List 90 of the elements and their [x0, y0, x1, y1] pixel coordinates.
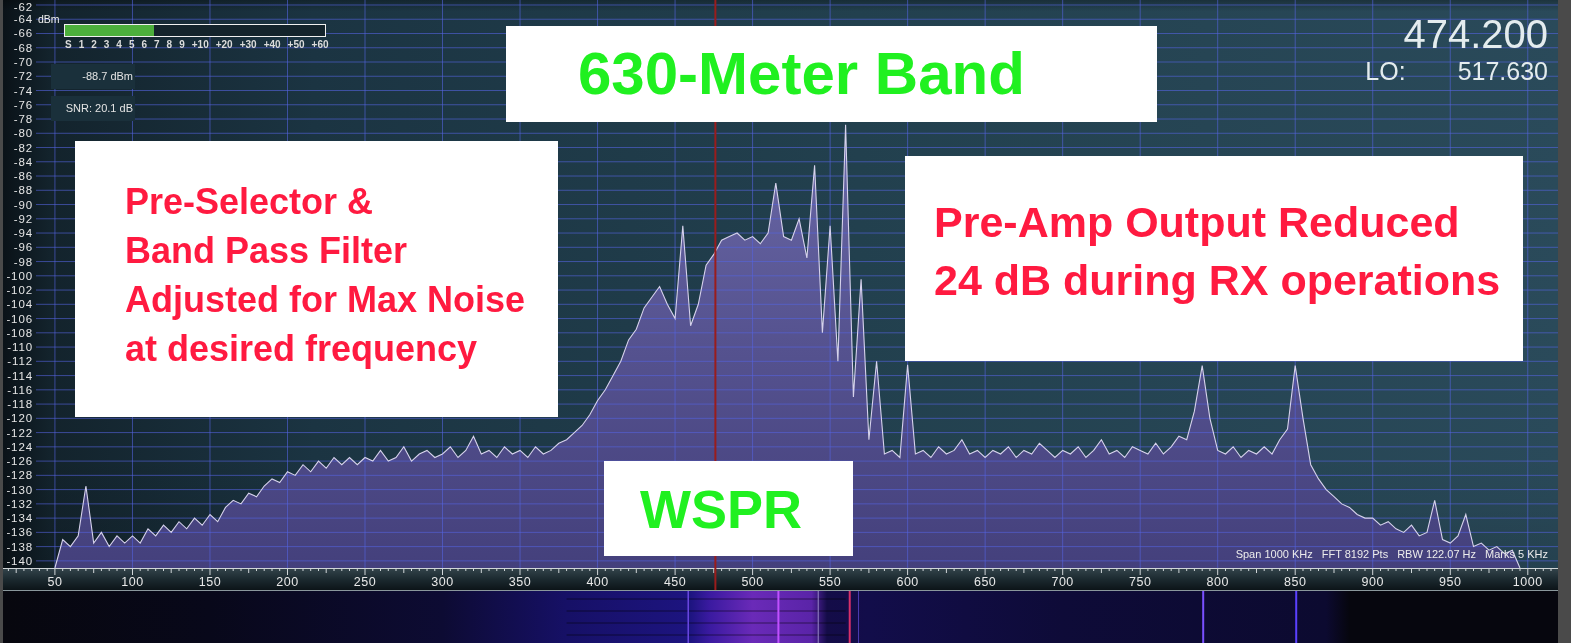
y-axis-label: -124: [6, 440, 33, 453]
s-meter-scale-label: +60: [311, 40, 329, 50]
y-axis-label: -116: [7, 383, 33, 396]
y-axis-label: -94: [13, 227, 33, 240]
s-meter-scale-label: 1: [78, 40, 85, 50]
y-axis-label: -88: [13, 184, 33, 197]
lo-frequency: 517.630: [1457, 59, 1548, 84]
x-axis-label: 950: [1439, 575, 1462, 589]
s-meter-scale-label: 8: [166, 40, 173, 50]
s-meter-scale-label: 7: [154, 40, 160, 50]
x-axis-label: 300: [431, 575, 454, 589]
fft-info-text: Marks 5 KHz: [1485, 549, 1548, 560]
x-axis-label: 350: [508, 575, 532, 589]
frequency-display: 474.200: [1403, 14, 1548, 54]
x-axis-label: 1000: [1512, 575, 1543, 589]
x-axis-label: 800: [1206, 575, 1229, 589]
x-axis-label: 600: [896, 575, 919, 589]
x-axis-label: 550: [818, 575, 842, 589]
y-axis-label: -96: [13, 241, 33, 254]
s-meter-scale-label: +30: [239, 40, 257, 50]
y-axis-label: -86: [13, 170, 33, 183]
y-axis-label: -110: [7, 341, 33, 354]
signal-level-readout: -88.7 dBm: [51, 64, 135, 89]
s-meter-scale-label: 4: [116, 40, 122, 50]
s-meter-scale-label: +50: [287, 40, 305, 50]
y-axis-label: -140: [6, 554, 33, 567]
x-axis-label: 850: [1284, 575, 1307, 589]
y-axis-label: -90: [13, 198, 33, 211]
y-axis-label: -128: [6, 469, 33, 482]
s-meter-scale-label: +40: [263, 40, 281, 50]
x-axis-label: 750: [1129, 575, 1152, 589]
x-axis-label: 700: [1051, 575, 1074, 589]
s-meter-scale-label: S: [65, 40, 72, 50]
y-axis-label: -122: [6, 426, 33, 439]
y-axis-label: -80: [13, 127, 33, 140]
y-axis-label: -70: [13, 56, 33, 68]
y-axis-label: -134: [6, 512, 33, 525]
y-axis-label: -78: [13, 113, 33, 125]
x-axis-label: 200: [276, 575, 299, 589]
fft-info-text: Span 1000 KHz: [1235, 549, 1313, 560]
x-axis-label: 100: [121, 575, 144, 589]
y-axis-label: -72: [13, 70, 33, 83]
snr-readout: SNR: 20.1 dB: [51, 96, 135, 121]
x-axis-label: 400: [586, 575, 609, 589]
x-axis-label: 450: [663, 575, 687, 589]
y-axis-label: -112: [7, 355, 33, 368]
s-meter-scale-label: 9: [179, 40, 185, 50]
callout-text: 630-Meter Band: [578, 44, 1025, 104]
y-axis-label: -104: [6, 298, 33, 311]
y-axis-label: -120: [6, 412, 33, 425]
x-axis-label: 50: [47, 575, 63, 589]
s-meter-scale-label: 6: [141, 40, 148, 50]
y-axis-label: -82: [13, 141, 33, 154]
y-axis-label: -136: [6, 526, 33, 539]
y-axis-label: -64: [13, 13, 33, 26]
y-axis-unit: dBm: [38, 13, 60, 25]
y-axis-label: -118: [7, 398, 33, 411]
y-axis-label: -138: [6, 540, 33, 553]
y-axis-label: -66: [13, 27, 33, 40]
y-axis-label: -132: [6, 497, 33, 510]
lo-label: LO:: [1365, 59, 1406, 84]
callout-text: Pre-Amp Output Reduced 24 dB during RX operations: [934, 197, 1501, 306]
y-axis-label: -62: [13, 0, 33, 13]
y-axis-label: -84: [13, 155, 33, 168]
y-axis-label: -100: [6, 269, 33, 282]
s-meter-scale-label: 3: [103, 40, 110, 50]
s-meter-scale-label: +10: [191, 40, 209, 50]
y-axis-label: -102: [6, 284, 33, 297]
x-axis-label: 150: [198, 575, 222, 589]
x-axis-label: 900: [1361, 575, 1384, 589]
x-axis-label: 500: [741, 575, 764, 589]
callout-text: WSPR: [640, 481, 802, 536]
y-axis-label: -106: [6, 312, 33, 325]
x-axis-label: 650: [973, 575, 997, 589]
y-axis-label: -76: [13, 98, 33, 111]
y-axis-label: -68: [13, 41, 33, 54]
x-axis-label: 250: [353, 575, 377, 589]
s-meter-scale-label: 2: [91, 40, 97, 50]
y-axis-label: -74: [13, 84, 33, 97]
y-axis-label: -126: [6, 455, 33, 468]
fft-info-text: FFT 8192 Pts: [1321, 549, 1389, 560]
y-axis-label: -114: [7, 369, 33, 382]
callout-text: Pre-Selector & Band Pass Filter Adjusted for Max Noise at desired frequency: [125, 180, 526, 371]
s-meter-scale-label: +20: [215, 40, 233, 50]
y-axis-label: -108: [6, 326, 33, 339]
y-axis-label: -98: [13, 255, 33, 268]
s-meter-scale-label: 5: [128, 40, 135, 50]
fft-info-text: RBW 122.07 Hz: [1397, 549, 1477, 560]
y-axis-label: -92: [13, 212, 33, 225]
y-axis-label: -130: [6, 483, 33, 496]
